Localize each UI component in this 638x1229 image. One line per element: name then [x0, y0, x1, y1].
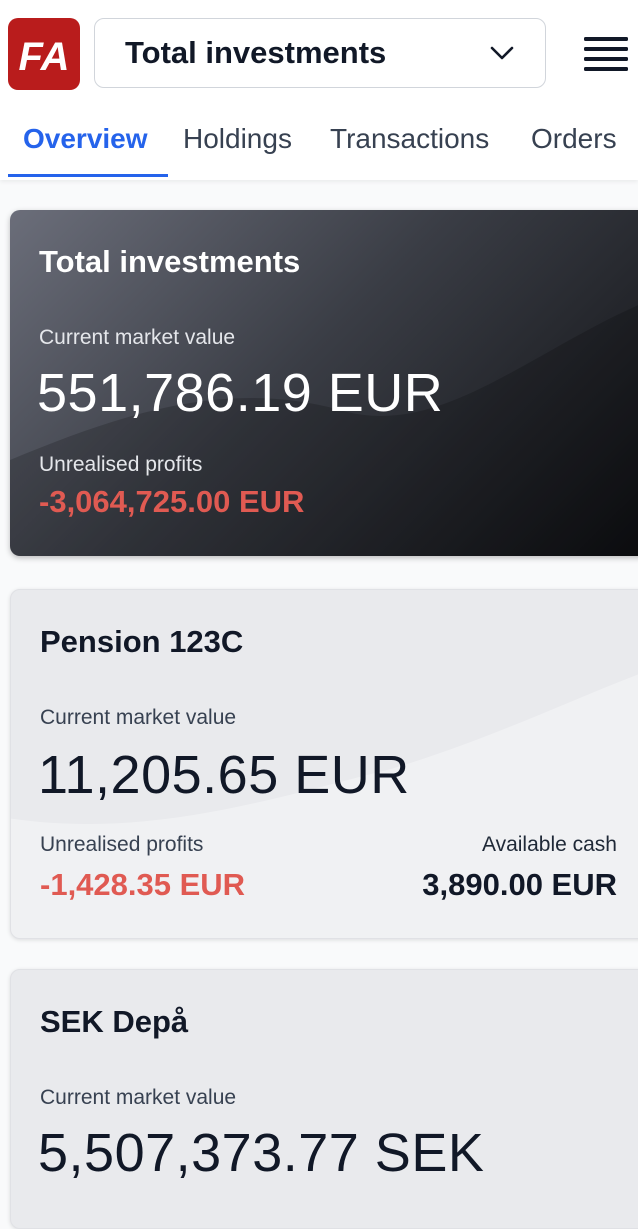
tab-overview[interactable]: Overview	[23, 100, 148, 178]
market-value: 11,205.65 EUR	[38, 745, 410, 805]
active-tab-indicator	[8, 174, 168, 177]
top-bar: FA Total investments Overview Holdings T…	[0, 0, 638, 180]
hamburger-menu-icon[interactable]	[584, 36, 628, 72]
market-value: 551,786.19 EUR	[37, 363, 444, 423]
tab-holdings[interactable]: Holdings	[183, 100, 292, 178]
unrealised-profits-value: -3,064,725.00 EUR	[39, 484, 305, 519]
card-title: SEK Depå	[40, 1004, 189, 1039]
total-investments-card[interactable]: Total investments Current market value 5…	[10, 210, 638, 556]
fa-logo-icon: FA	[18, 35, 69, 76]
tab-transactions[interactable]: Transactions	[330, 100, 489, 178]
svg-text:FA: FA	[18, 35, 69, 76]
portfolio-card-pension-123c[interactable]: Pension 123C Current market value 11,205…	[10, 589, 638, 939]
card-title: Total investments	[39, 244, 301, 279]
available-cash-value: 3,890.00 EUR	[422, 867, 617, 902]
tab-orders[interactable]: Orders	[531, 100, 617, 178]
portfolio-selector-label: Total investments	[125, 35, 387, 70]
market-value-label: Current market value	[39, 326, 236, 349]
unrealised-profits-value: -1,428.35 EUR	[40, 867, 246, 902]
available-cash-label: Available cash	[481, 833, 617, 856]
card-title: Pension 123C	[40, 624, 244, 659]
tab-bar: Overview Holdings Transactions Orders	[0, 100, 638, 180]
fa-logo[interactable]: FA	[8, 18, 80, 90]
market-value-label: Current market value	[40, 706, 237, 729]
market-value: 5,507,373.77 SEK	[38, 1123, 485, 1183]
unrealised-profits-label: Unrealised profits	[40, 833, 204, 856]
chevron-down-icon	[490, 46, 514, 60]
unrealised-profits-label: Unrealised profits	[39, 453, 203, 476]
market-value-label: Current market value	[40, 1086, 237, 1109]
portfolio-card-sek-depa[interactable]: SEK Depå Current market value 5,507,373.…	[10, 969, 638, 1229]
portfolio-selector[interactable]: Total investments	[94, 18, 546, 88]
